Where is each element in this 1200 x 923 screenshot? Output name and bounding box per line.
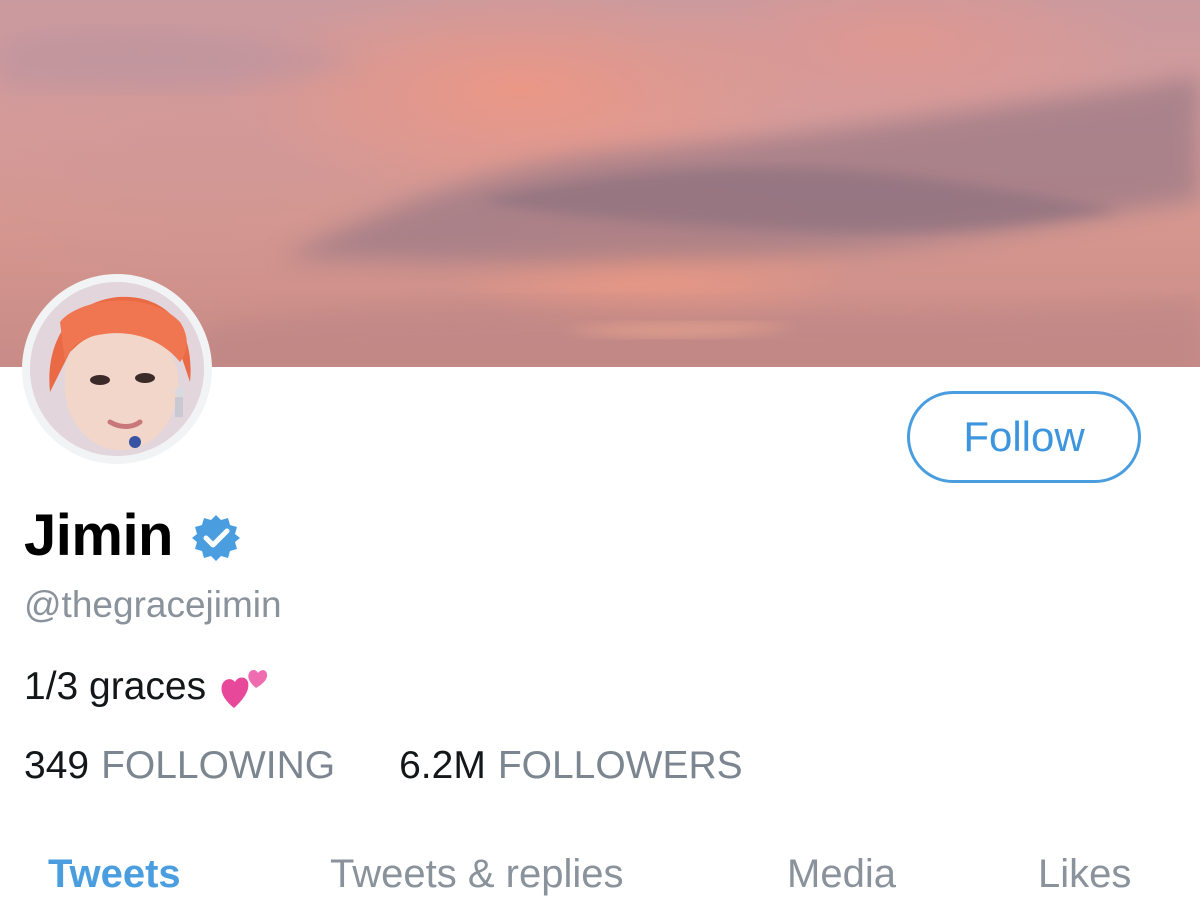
profile-bio: 1/3 graces [24,664,270,710]
tab-likes[interactable]: Likes [1038,852,1131,897]
avatar[interactable] [22,274,212,464]
profile-stats: 349 FOLLOWING 6.2M FOLLOWERS [24,744,743,788]
following-label: FOLLOWING [101,744,336,787]
follow-button[interactable]: Follow [907,391,1141,483]
followers-count: 6.2M [399,744,486,787]
avatar-image [30,282,204,456]
following-count: 349 [24,744,90,787]
tab-tweets-and-replies[interactable]: Tweets & replies [330,852,623,897]
verified-badge-icon [191,513,241,563]
tab-tweets[interactable]: Tweets [48,852,181,897]
followers-label: FOLLOWERS [497,744,743,787]
tab-media[interactable]: Media [787,852,896,897]
display-name: Jimin [24,503,174,568]
profile-tabs: Tweets Tweets & replies Media Likes [0,852,1200,902]
following-stat[interactable]: 349 FOLLOWING [24,744,335,788]
followers-stat[interactable]: 6.2M FOLLOWERS [399,744,743,788]
bio-text: 1/3 graces [24,665,207,708]
username-handle: @thegracejimin [24,584,282,625]
two-hearts-icon [220,664,270,710]
profile-name-row: Jimin [24,502,241,569]
